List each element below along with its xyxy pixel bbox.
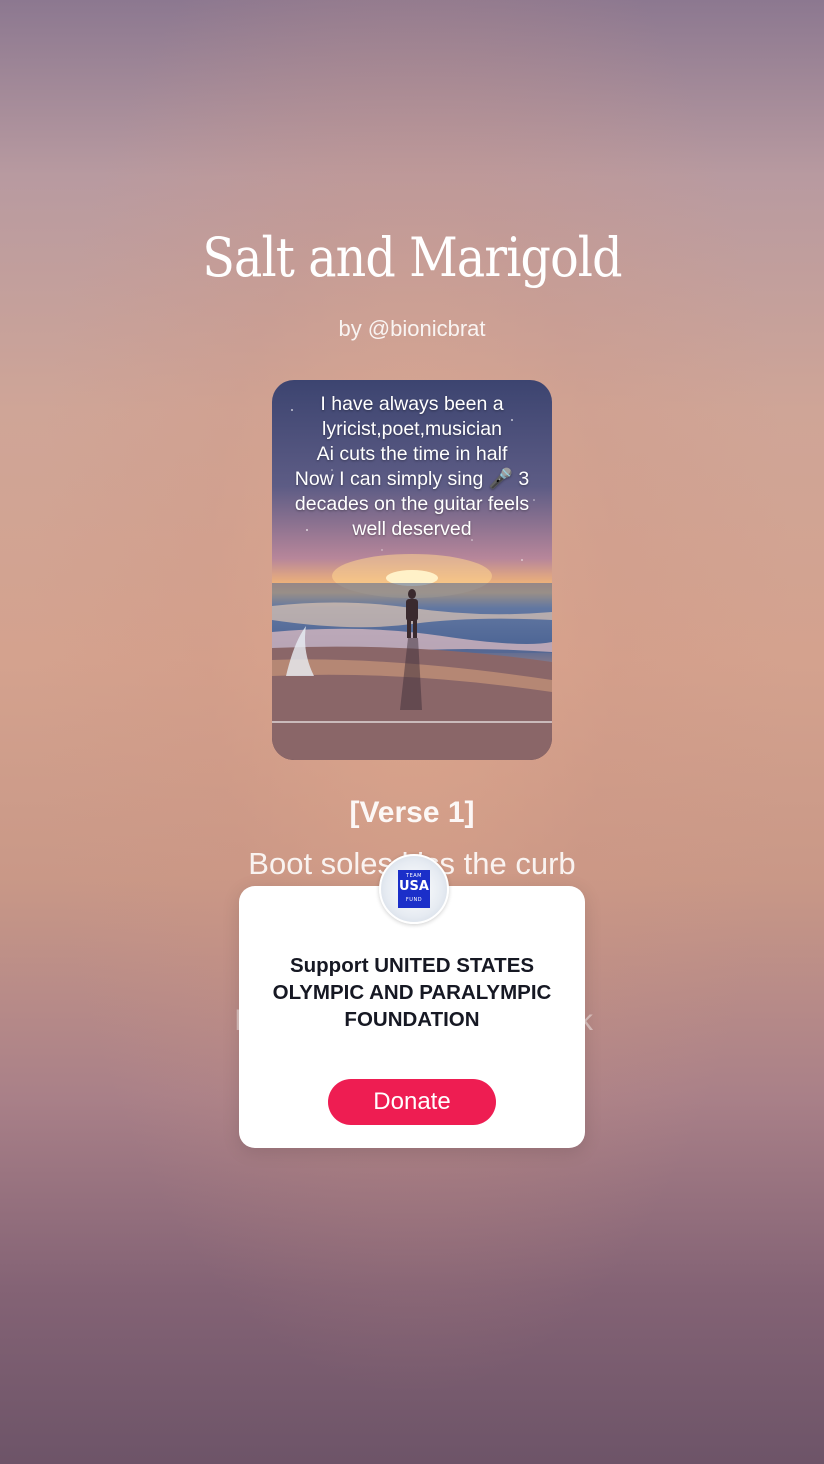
logo-bottom-text: FUND — [405, 897, 423, 903]
logo-main-text: USA — [399, 879, 429, 894]
artist-byline[interactable]: by @bionicbrat — [0, 316, 824, 342]
cover-caption: I have always been a lyricist,poet,music… — [294, 393, 530, 540]
song-title: Salt and Marigold — [202, 226, 622, 289]
donate-button[interactable]: Donate — [328, 1079, 496, 1125]
verse-label: [Verse 1] — [349, 796, 475, 829]
donation-popup: Support UNITED STATES OLYMPIC AND PARALY… — [239, 886, 585, 1148]
popup-title: Support UNITED STATES OLYMPIC AND PARALY… — [272, 954, 552, 1031]
team-usa-badge-icon: TEAM USA FUND — [398, 870, 430, 908]
cover-video[interactable]: I have always been a lyricist,poet,music… — [272, 380, 552, 760]
video-progress-bar[interactable] — [272, 721, 552, 723]
org-logo[interactable]: TEAM USA FUND — [379, 854, 449, 924]
